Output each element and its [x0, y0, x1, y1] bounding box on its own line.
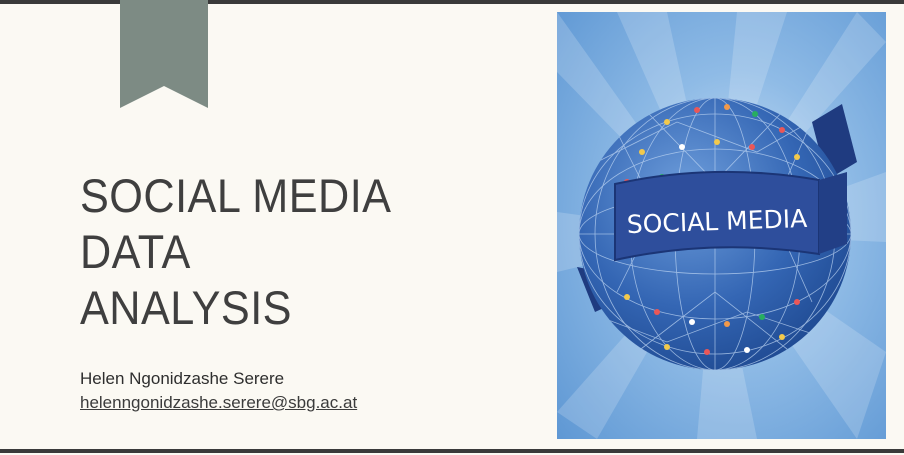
slide-title-line-1: SOCIAL MEDIA DATA: [80, 169, 390, 278]
social-media-illustration: SOCIAL MEDIA: [557, 12, 886, 439]
globe-network-illustration: SOCIAL MEDIA: [557, 12, 886, 439]
slide-title-line-2: ANALYSIS: [80, 281, 292, 334]
bottom-border-line: [0, 449, 904, 453]
author-name: Helen Ngonidzashe Serere: [80, 369, 285, 388]
author-email-link[interactable]: helenngonidzashe.serere@sbg.ac.at: [80, 392, 357, 414]
title-slide: SOCIAL MEDIA DATA ANALYSIS Helen Ngonidz…: [0, 0, 904, 455]
bookmark-ribbon-icon: [120, 0, 208, 108]
slide-title: SOCIAL MEDIA DATA ANALYSIS: [80, 168, 503, 336]
